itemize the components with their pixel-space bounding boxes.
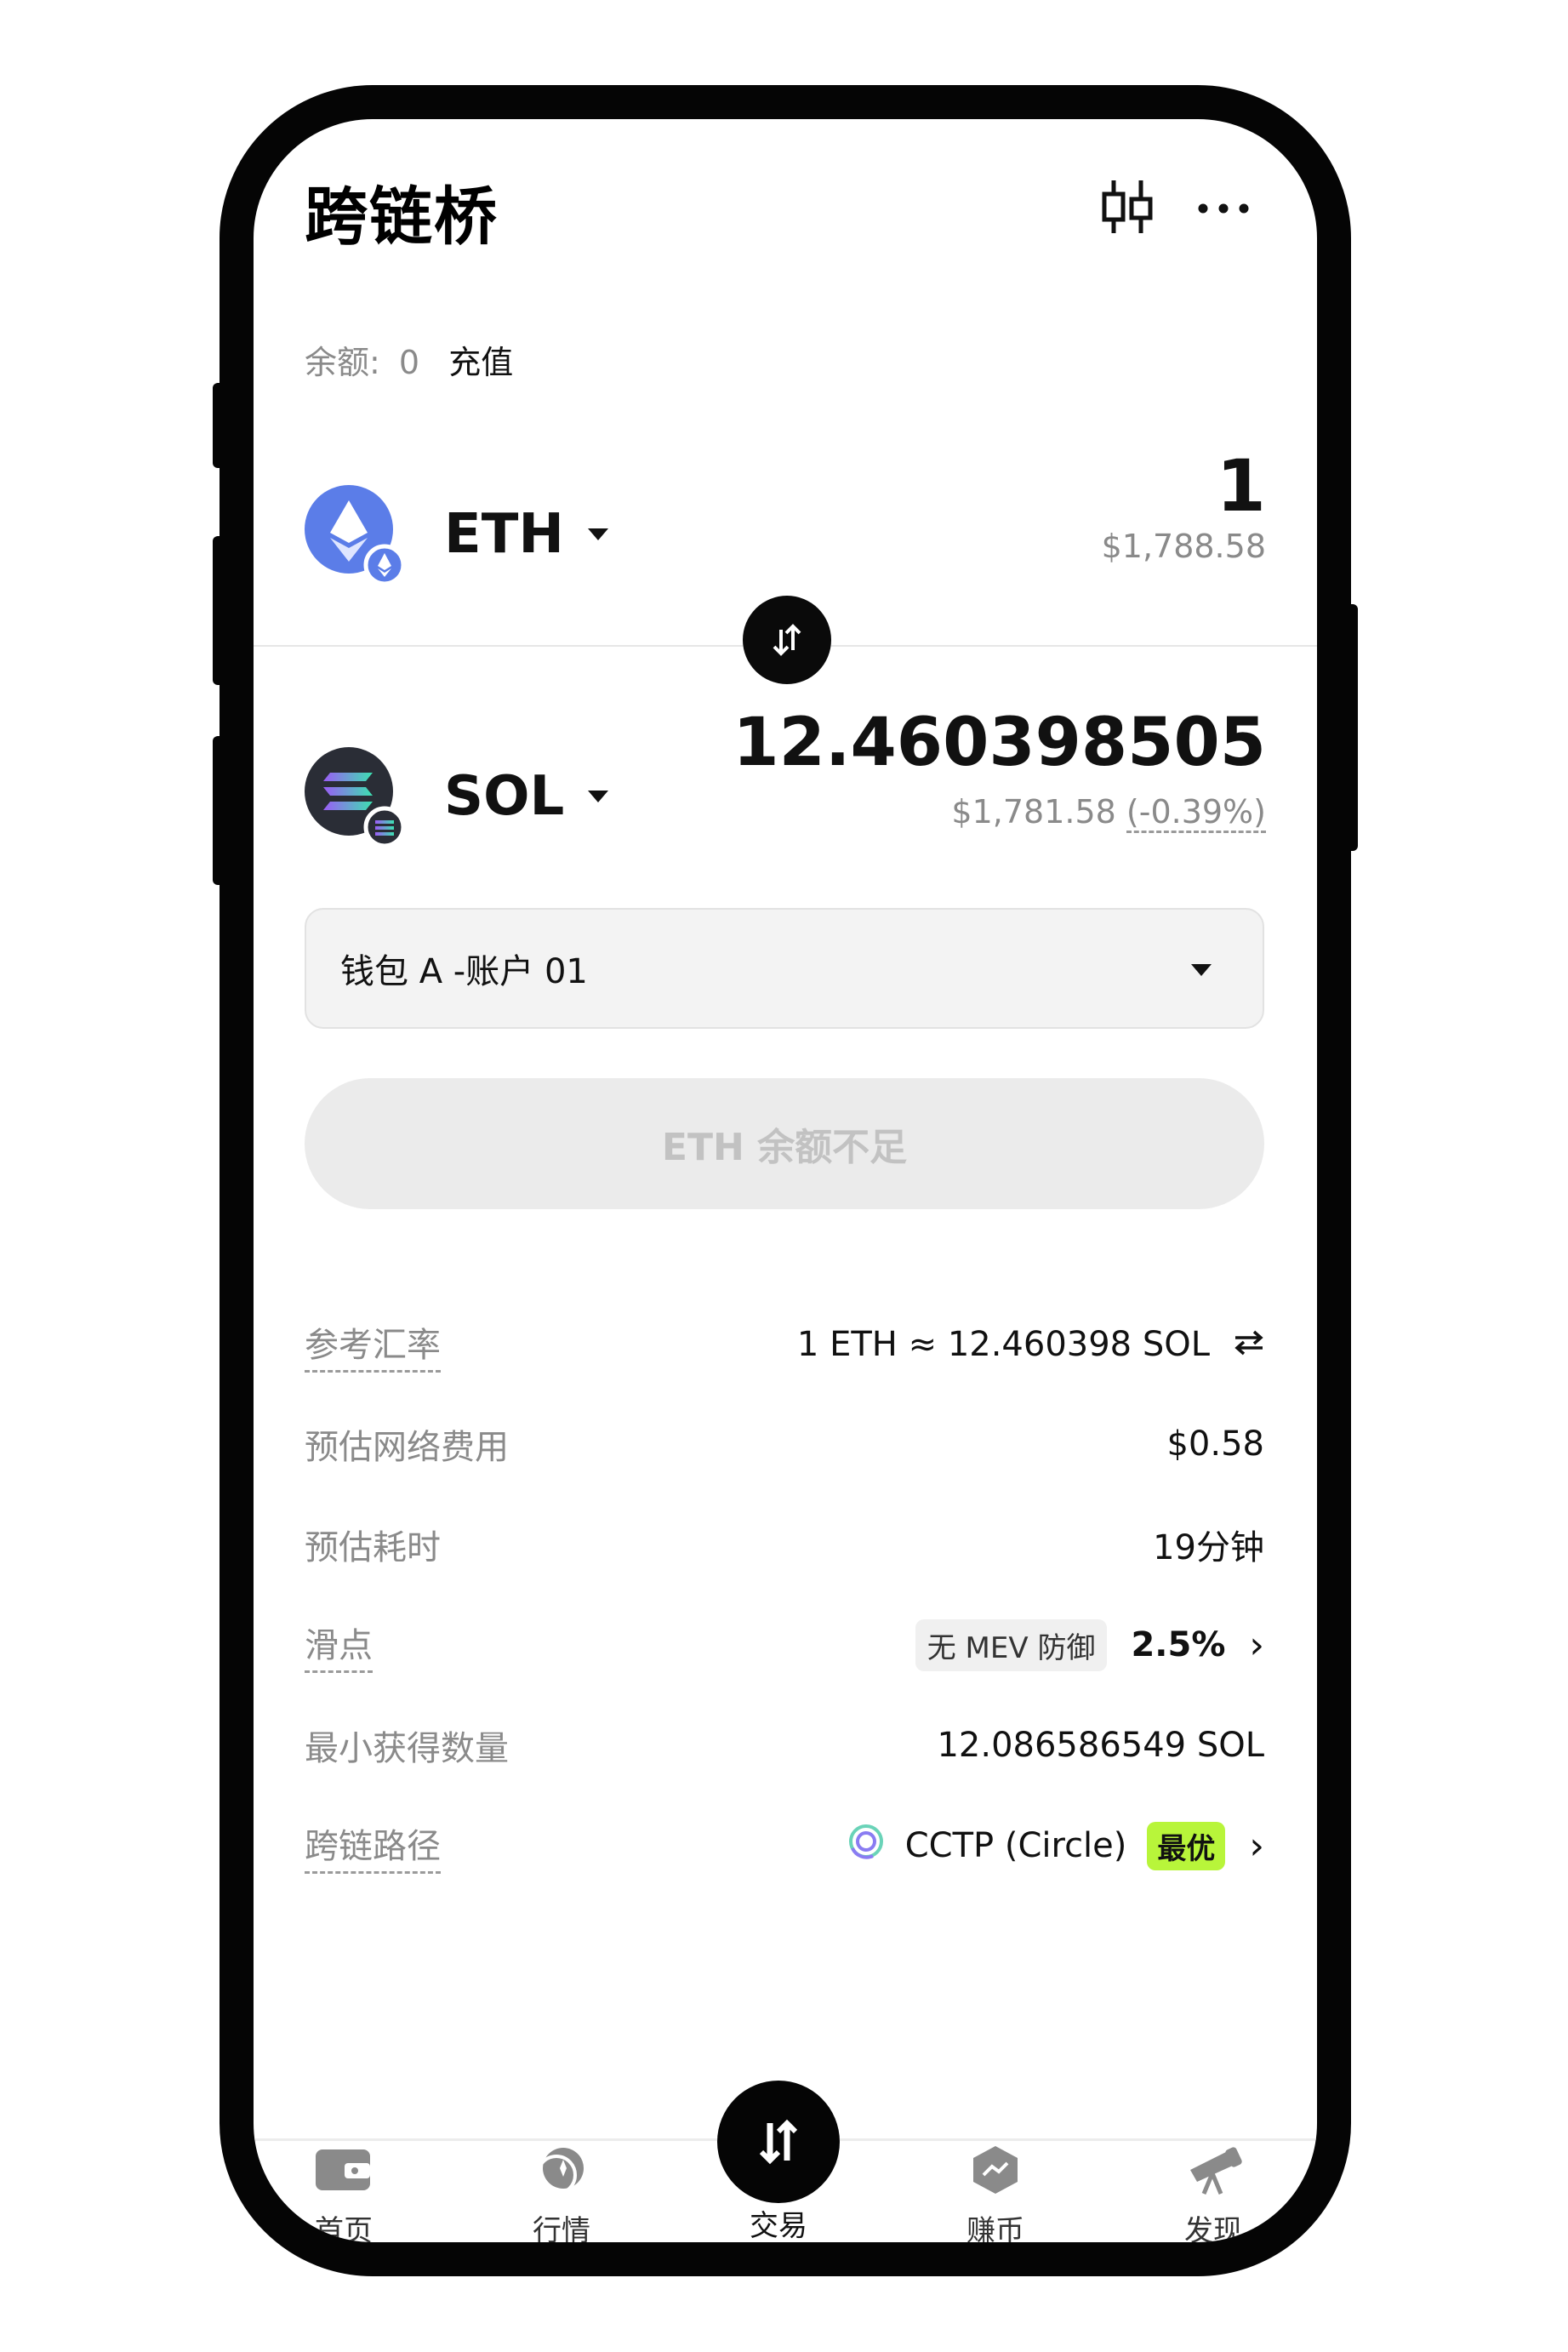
telescope-icon: [1190, 2147, 1242, 2195]
solana-icon: [305, 747, 406, 848]
chevron-right-icon: ›: [1249, 1623, 1264, 1667]
slippage-value: 2.5%: [1131, 1625, 1226, 1664]
fee-value: $0.58: [1166, 1424, 1264, 1464]
tab-trade-label: 交易: [750, 2209, 807, 2243]
balance-value: 0: [398, 344, 420, 381]
bridge-screen: 跨链桥 余额: 0 充值 ETH 1 $1,788.58 SOL 12.4603…: [254, 119, 1317, 2242]
page-title: 跨链桥: [305, 180, 499, 254]
tab-trade-label-wrap[interactable]: 交易: [715, 2202, 842, 2243]
tab-market[interactable]: 行情: [498, 2144, 625, 2248]
wallet-account-value: 钱包 A -账户 01: [340, 952, 588, 991]
tab-earn[interactable]: 赚币: [932, 2144, 1059, 2248]
chevron-down-icon: [1191, 964, 1212, 976]
balance-row: 余额: 0 充值: [305, 336, 513, 383]
trade-icon: [759, 2119, 798, 2165]
tab-discover-label: 发现: [1184, 2214, 1242, 2248]
from-token-symbol: ETH: [444, 503, 564, 566]
wallet-account-select[interactable]: 钱包 A -账户 01: [305, 908, 1264, 1029]
swap-direction-button[interactable]: [743, 596, 831, 684]
tab-market-label: 行情: [533, 2214, 590, 2248]
to-token-symbol: SOL: [444, 765, 565, 828]
time-value: 19分钟: [1153, 1528, 1264, 1567]
to-token-selector[interactable]: SOL: [305, 747, 609, 848]
chevron-down-icon: [587, 528, 608, 540]
from-token-selector[interactable]: ETH: [305, 485, 608, 586]
more-icon[interactable]: [1198, 201, 1249, 217]
candlestick-icon[interactable]: [1100, 179, 1155, 238]
market-icon: [536, 2148, 584, 2195]
best-route-badge: 最优: [1147, 1821, 1226, 1870]
to-amount-usd: $1,781.58: [951, 793, 1116, 831]
phone-frame: 跨链桥 余额: 0 充值 ETH 1 $1,788.58 SOL 12.4603…: [220, 85, 1351, 2276]
chevron-right-icon: ›: [1249, 1824, 1264, 1868]
swap-rate-icon[interactable]: [1234, 1325, 1264, 1364]
route-label[interactable]: 跨链路径: [305, 1818, 441, 1874]
wallet-icon: [316, 2149, 370, 2190]
fee-row: 预估网络费用 $0.58: [305, 1414, 1264, 1474]
min-receive-label: 最小获得数量: [305, 1729, 509, 1768]
time-row: 预估耗时 19分钟: [305, 1515, 1264, 1574]
tab-home[interactable]: 首页: [280, 2144, 408, 2248]
earn-icon: [973, 2146, 1018, 2194]
insufficient-balance-button[interactable]: ETH 余额不足: [305, 1078, 1264, 1209]
circle-icon: [847, 1823, 885, 1869]
chevron-down-icon: [588, 791, 609, 802]
slippage-row[interactable]: 滑点 无 MEV 防御 2.5% ›: [305, 1615, 1264, 1675]
min-receive-value: 12.086586549 SOL: [937, 1726, 1264, 1765]
fee-label: 预估网络费用: [305, 1428, 509, 1467]
from-amount-usd: $1,788.58: [1101, 528, 1266, 565]
mev-badge: 无 MEV 防御: [915, 1618, 1108, 1671]
to-amount-usd-row: $1,781.58 (-0.39%): [951, 793, 1266, 833]
price-impact[interactable]: (-0.39%): [1126, 793, 1266, 833]
ethereum-icon: [305, 485, 406, 586]
swap-arrows-icon: [773, 624, 801, 656]
to-amount: 12.460398505: [733, 705, 1266, 781]
route-value: CCTP (Circle): [904, 1826, 1127, 1865]
rate-row: 参考汇率 1 ETH ≈ 12.460398 SOL: [305, 1315, 1264, 1374]
deposit-link[interactable]: 充值: [448, 344, 513, 381]
time-label: 预估耗时: [305, 1528, 441, 1567]
min-receive-row: 最小获得数量 12.086586549 SOL: [305, 1715, 1264, 1775]
balance-label: 余额:: [305, 344, 380, 381]
tab-trade-button[interactable]: [717, 2081, 840, 2203]
from-amount-input[interactable]: 1: [1217, 444, 1266, 528]
slippage-label[interactable]: 滑点: [305, 1618, 373, 1673]
route-row[interactable]: 跨链路径 CCTP (Circle) 最优 ›: [305, 1816, 1264, 1875]
tab-earn-label: 赚币: [966, 2214, 1024, 2248]
tab-discover[interactable]: 发现: [1149, 2144, 1277, 2248]
rate-label[interactable]: 参考汇率: [305, 1317, 441, 1373]
tab-home-label: 首页: [315, 2214, 373, 2248]
rate-value: 1 ETH ≈ 12.460398 SOL: [796, 1325, 1210, 1364]
